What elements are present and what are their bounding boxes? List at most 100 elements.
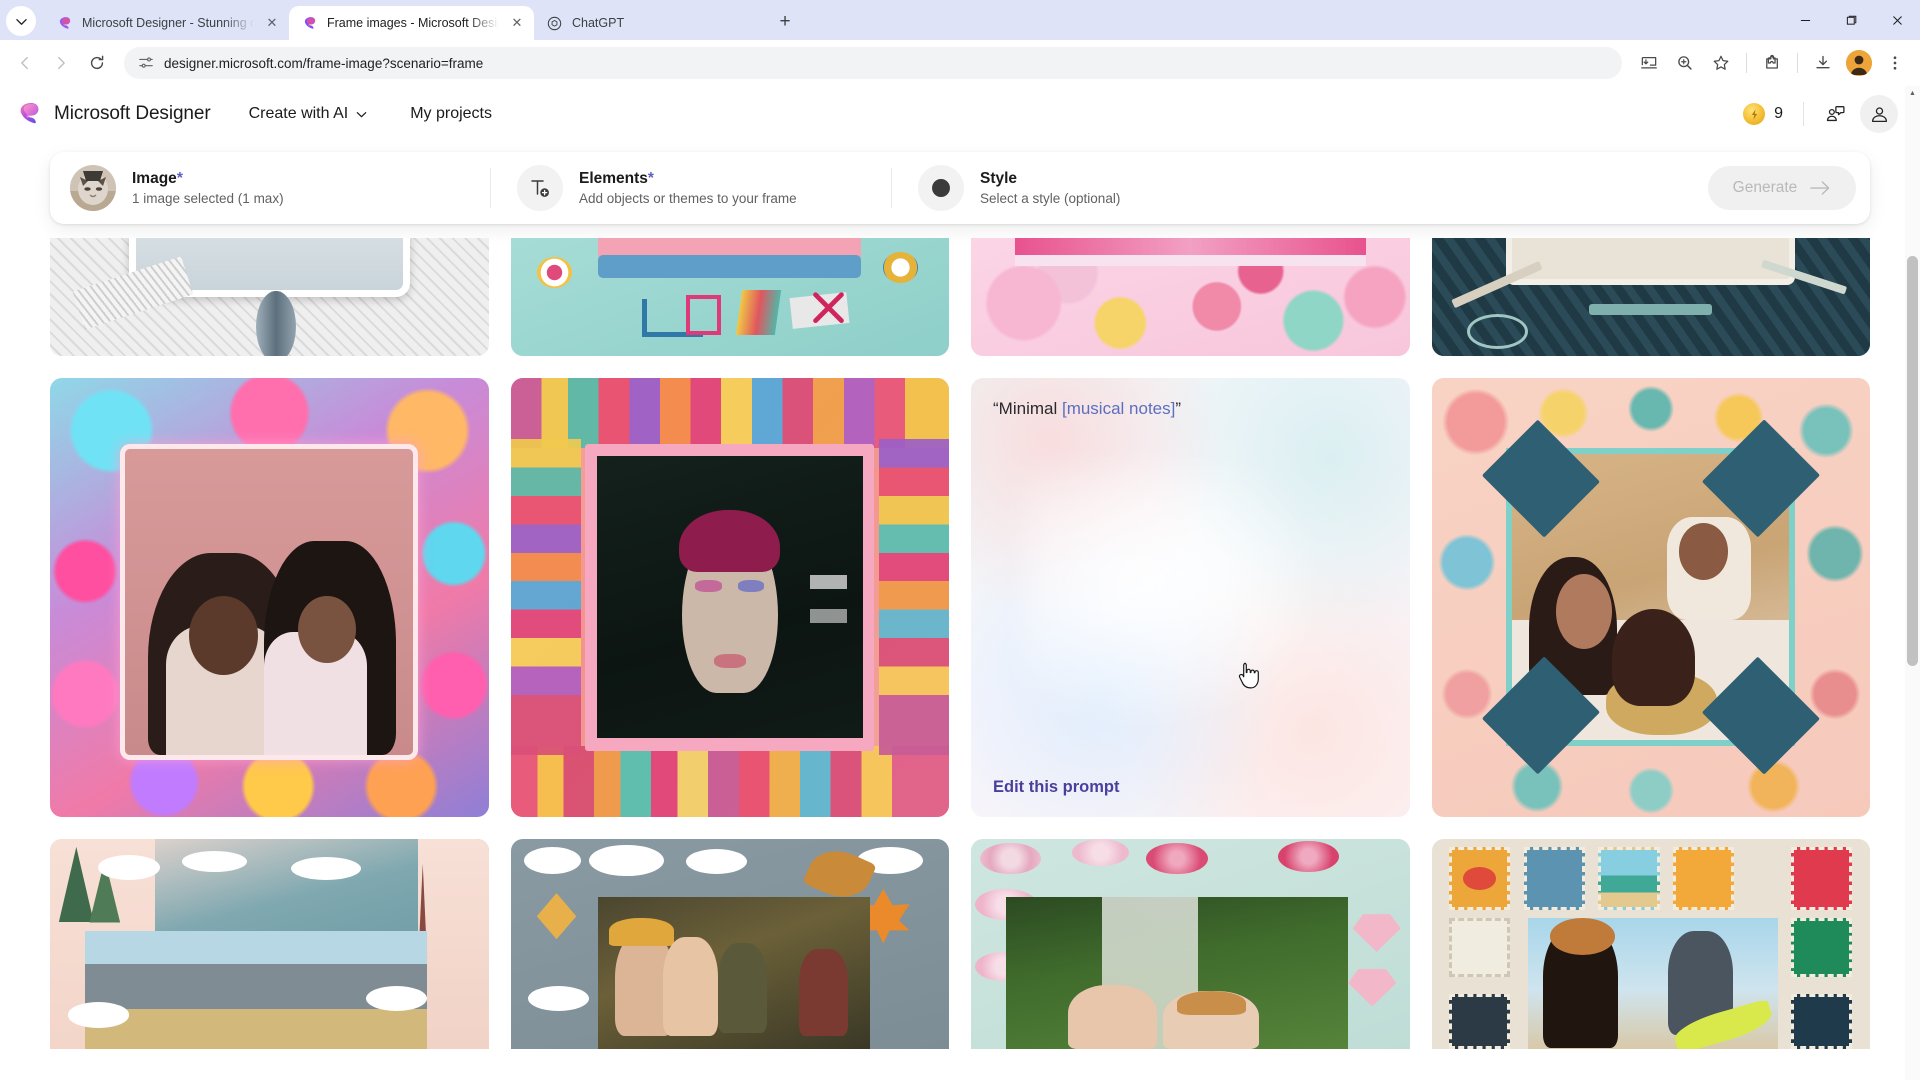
option-style-title: Style xyxy=(980,170,1018,187)
coin-icon xyxy=(1743,103,1766,125)
card-sweets-dessert-frame[interactable] xyxy=(971,238,1410,356)
generate-button[interactable]: Generate xyxy=(1708,166,1856,210)
forward-button[interactable] xyxy=(44,46,78,80)
designer-icon xyxy=(301,15,318,32)
downloads-icon[interactable] xyxy=(1806,46,1840,80)
app-header-actions: 9 xyxy=(1735,95,1898,133)
close-icon[interactable]: ✕ xyxy=(263,14,281,32)
card-art xyxy=(1431,238,1870,356)
edit-this-prompt-link[interactable]: Edit this prompt xyxy=(993,778,1388,797)
bookmark-star-icon[interactable] xyxy=(1704,46,1738,80)
option-elements-subtitle: Add objects or themes to your frame xyxy=(579,191,797,206)
toolbar-divider xyxy=(1746,53,1747,73)
options-bar: Image* 1 image selected (1 max) Elements… xyxy=(50,152,1870,224)
more-menu-icon[interactable] xyxy=(1878,46,1912,80)
card-teal-stationery-frame[interactable] xyxy=(510,238,949,356)
new-tab-button[interactable]: + xyxy=(770,7,800,37)
install-app-icon[interactable] xyxy=(1632,46,1666,80)
minimize-button[interactable] xyxy=(1782,0,1828,40)
address-bar[interactable]: designer.microsoft.com/frame-image?scena… xyxy=(124,47,1622,79)
browser-tab-2[interactable]: Frame images - Microsoft Desig ✕ xyxy=(289,6,534,40)
designer-logo xyxy=(16,101,42,127)
card-art xyxy=(1431,838,1870,1049)
required-marker: * xyxy=(647,170,654,187)
chatgpt-icon xyxy=(546,15,563,32)
required-marker: * xyxy=(176,170,183,187)
designer-icon xyxy=(56,15,73,32)
card-art xyxy=(510,838,949,1049)
app-header: Microsoft Designer Create with AI My pro… xyxy=(0,86,1920,142)
contrast-circle-icon xyxy=(918,165,964,211)
page-scrollbar[interactable]: ▲ xyxy=(1905,86,1920,1080)
brand-name: Microsoft Designer xyxy=(54,103,211,124)
options-bar-wrapper: Image* 1 image selected (1 max) Elements… xyxy=(0,142,1920,238)
text-add-icon xyxy=(517,165,563,211)
scrollbar-thumb[interactable] xyxy=(1907,256,1918,666)
card-prompt[interactable]: “Minimal [musical notes]” Edit this prom… xyxy=(971,378,1410,817)
card-makeup-cosmetics-frame[interactable] xyxy=(510,378,949,817)
option-image-title: Image* xyxy=(132,170,183,187)
generate-label: Generate xyxy=(1732,179,1798,196)
card-art xyxy=(50,238,489,356)
app-nav: Create with AI My projects xyxy=(237,97,504,131)
extensions-icon[interactable] xyxy=(1755,46,1789,80)
prompt-token: [musical notes] xyxy=(1061,399,1176,418)
arrow-right-icon xyxy=(1809,179,1831,197)
back-button[interactable] xyxy=(8,46,42,80)
browser-tab-1[interactable]: Microsoft Designer - Stunning d ✕ xyxy=(44,6,289,40)
nav-create-with-ai[interactable]: Create with AI xyxy=(237,97,381,131)
option-style[interactable]: Style Select a style (optional) xyxy=(892,152,1222,224)
tab-title: Microsoft Designer - Stunning d xyxy=(82,16,254,30)
card-art xyxy=(1431,378,1870,817)
gallery-row-bottom xyxy=(0,838,1920,1049)
card-neon-floral-frame[interactable] xyxy=(50,378,489,817)
option-image-subtitle: 1 image selected (1 max) xyxy=(132,191,284,206)
card-postage-stamps-frame[interactable] xyxy=(1431,838,1870,1049)
credits-count: 9 xyxy=(1774,105,1783,122)
option-image[interactable]: Image* 1 image selected (1 max) xyxy=(70,152,490,224)
browser-tab-strip: Microsoft Designer - Stunning d ✕ Frame … xyxy=(0,0,1920,40)
browser-tab-3[interactable]: ChatGPT xyxy=(534,6,764,40)
toolbar-actions xyxy=(1632,46,1912,80)
card-art xyxy=(510,378,949,817)
reload-button[interactable] xyxy=(80,46,114,80)
option-elements[interactable]: Elements* Add objects or themes to your … xyxy=(491,152,891,224)
card-art xyxy=(510,238,949,356)
card-baby-toys-frame[interactable] xyxy=(1431,378,1870,817)
scroll-up-arrow[interactable]: ▲ xyxy=(1905,86,1920,101)
brand[interactable]: Microsoft Designer xyxy=(16,101,211,127)
card-art xyxy=(50,838,489,1049)
cat-photo-thumbnail[interactable] xyxy=(70,165,116,211)
designer-app: Microsoft Designer Create with AI My pro… xyxy=(0,86,1920,1080)
card-mountain-paper-frame[interactable] xyxy=(50,838,489,1049)
nav-label: My projects xyxy=(410,105,492,122)
card-sketch-doodle-frame[interactable] xyxy=(50,238,489,356)
profile-avatar[interactable] xyxy=(1846,50,1872,76)
browser-toolbar: designer.microsoft.com/frame-image?scena… xyxy=(0,40,1920,86)
card-art xyxy=(50,378,489,817)
person-feedback-icon[interactable] xyxy=(1816,95,1854,133)
prompt-text: “Minimal [musical notes]” xyxy=(993,398,1388,420)
option-style-text: Style Select a style (optional) xyxy=(980,170,1120,206)
prompt-static-text: Minimal xyxy=(998,399,1062,418)
tab-title: ChatGPT xyxy=(572,16,625,30)
zoom-icon[interactable] xyxy=(1668,46,1702,80)
option-image-text: Image* 1 image selected (1 max) xyxy=(132,170,284,206)
maximize-button[interactable] xyxy=(1828,0,1874,40)
close-icon[interactable]: ✕ xyxy=(508,14,526,32)
tune-icon[interactable] xyxy=(138,55,154,71)
card-autumn-leaves-frame[interactable] xyxy=(510,838,949,1049)
chevron-down-icon xyxy=(355,108,368,121)
close-window-button[interactable] xyxy=(1874,0,1920,40)
tab-search-button[interactable] xyxy=(6,6,36,36)
nav-my-projects[interactable]: My projects xyxy=(398,97,504,131)
account-avatar-icon[interactable] xyxy=(1860,95,1898,133)
gallery-row-top xyxy=(0,238,1920,356)
quote-close: ” xyxy=(1175,399,1182,418)
option-style-subtitle: Select a style (optional) xyxy=(980,191,1121,206)
credits-badge[interactable]: 9 xyxy=(1735,99,1791,129)
card-paper-roses-frame[interactable] xyxy=(971,838,1410,1049)
tab-title: Frame images - Microsoft Desig xyxy=(327,16,499,30)
card-dark-tools-frame[interactable] xyxy=(1431,238,1870,356)
card-art xyxy=(971,838,1410,1049)
